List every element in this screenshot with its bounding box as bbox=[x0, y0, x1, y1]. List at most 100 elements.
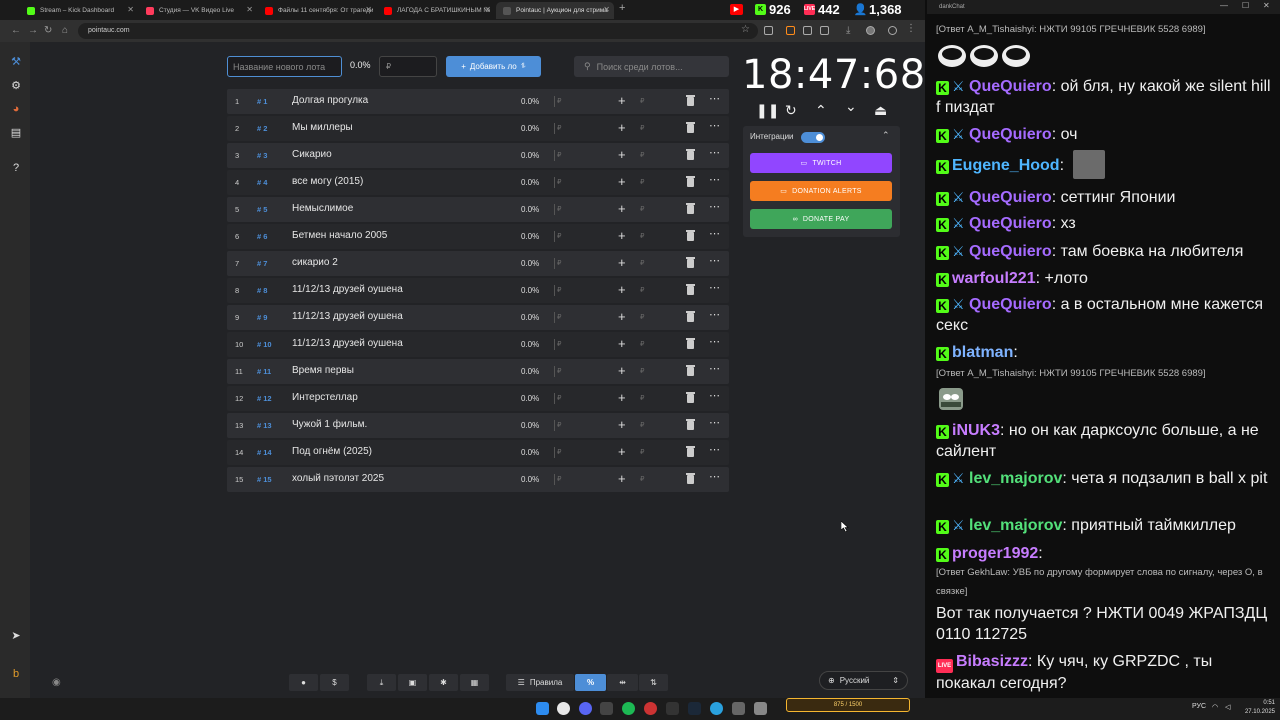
auction-hammer-icon[interactable]: ⚒ bbox=[10, 56, 22, 68]
lot-row[interactable]: 4 # 4 все могу (2015) 0.0% ₽ + ₽ ⋯ bbox=[227, 170, 729, 195]
forward-icon[interactable]: → bbox=[28, 25, 38, 36]
more-options-icon[interactable]: ⋯ bbox=[709, 389, 720, 402]
wheel-icon[interactable]: ◕ bbox=[10, 103, 22, 115]
discord-icon[interactable] bbox=[579, 702, 592, 715]
chat-username[interactable]: QueQuiero bbox=[969, 78, 1052, 95]
add-amount-plus-icon[interactable]: + bbox=[618, 363, 626, 378]
lot-extra-amount-input[interactable]: ₽ bbox=[640, 394, 644, 402]
delete-trash-icon[interactable] bbox=[686, 284, 695, 295]
chat-username[interactable]: proger1992 bbox=[952, 545, 1038, 562]
lot-name[interactable]: Сикарио bbox=[292, 149, 332, 160]
extension-icon[interactable] bbox=[803, 26, 812, 35]
account-icon[interactable] bbox=[888, 26, 897, 35]
delete-trash-icon[interactable] bbox=[686, 230, 695, 241]
integrations-toggle[interactable] bbox=[801, 132, 825, 143]
tab-youtube-lagoda[interactable]: ЛАГОДА С БРАТИШКИНЫМ № ✕ bbox=[377, 2, 495, 19]
chat-username[interactable]: lev_majorov bbox=[969, 517, 1062, 534]
add-amount-plus-icon[interactable]: + bbox=[618, 309, 626, 324]
lot-row[interactable]: 8 # 8 11/12/13 друзей оушена 0.0% ₽ + ₽ ⋯ bbox=[227, 278, 729, 303]
chat-username[interactable]: blatman bbox=[952, 344, 1013, 361]
extension-icon[interactable] bbox=[764, 26, 773, 35]
pause-icon[interactable]: ❚❚ bbox=[756, 102, 779, 119]
lot-extra-amount-input[interactable]: ₽ bbox=[640, 124, 644, 132]
donate-pay-button[interactable]: ∞ DONATE PAY bbox=[750, 209, 892, 229]
app-icon[interactable] bbox=[600, 702, 613, 715]
add-amount-plus-icon[interactable]: + bbox=[618, 417, 626, 432]
volume-icon[interactable]: ◁ bbox=[1225, 703, 1230, 711]
bookmark-star-icon[interactable]: ☆ bbox=[741, 24, 750, 35]
bug-report-button[interactable]: ✱ bbox=[429, 674, 458, 691]
add-lot-button[interactable]: + Добавить ло ⥮ bbox=[446, 56, 541, 77]
lot-name[interactable]: Немыслимое bbox=[292, 203, 353, 214]
chat-username[interactable]: QueQuiero bbox=[969, 215, 1052, 232]
lot-row[interactable]: 7 # 7 сикарио 2 0.0% ₽ + ₽ ⋯ bbox=[227, 251, 729, 276]
language-select[interactable]: ⊕ Русский ⇕ bbox=[819, 671, 908, 690]
chevron-up-icon[interactable]: ⌃ bbox=[882, 130, 890, 141]
delete-trash-icon[interactable] bbox=[686, 419, 695, 430]
lot-name[interactable]: Чужой 1 фильм. bbox=[292, 419, 367, 430]
more-options-icon[interactable]: ⋯ bbox=[709, 362, 720, 375]
extensions-puzzle-icon[interactable] bbox=[820, 26, 829, 35]
add-time-chevron-up-icon[interactable]: ⌃ bbox=[815, 102, 827, 119]
lot-name[interactable]: Бетмен начало 2005 bbox=[292, 230, 387, 241]
reload-icon[interactable]: ↻ bbox=[44, 25, 52, 36]
lot-row[interactable]: 11 # 11 Время первы 0.0% ₽ + ₽ ⋯ bbox=[227, 359, 729, 384]
chat-username[interactable]: lev_majorov bbox=[969, 470, 1062, 487]
app-icon[interactable] bbox=[754, 702, 767, 715]
shuffle-button[interactable]: ⇹ bbox=[607, 674, 638, 691]
close-icon[interactable]: ✕ bbox=[246, 5, 253, 14]
add-amount-plus-icon[interactable]: + bbox=[618, 282, 626, 297]
lot-extra-amount-input[interactable]: ₽ bbox=[640, 286, 644, 294]
chat-username[interactable]: Eugene_Hood bbox=[952, 157, 1060, 174]
lot-amount-input[interactable]: ₽ bbox=[557, 286, 561, 294]
boosty-icon[interactable]: b bbox=[10, 668, 22, 680]
close-icon[interactable]: ✕ bbox=[127, 5, 134, 14]
double-up-icon[interactable]: ⏏ bbox=[874, 102, 887, 119]
add-amount-plus-icon[interactable]: + bbox=[618, 444, 626, 459]
delete-trash-icon[interactable] bbox=[686, 257, 695, 268]
close-icon[interactable]: ✕ bbox=[365, 5, 372, 14]
chat-username[interactable]: Bibasizzz bbox=[956, 653, 1028, 670]
lot-name[interactable]: 11/12/13 друзей оушена bbox=[292, 338, 403, 349]
lot-name[interactable]: 11/12/13 друзей оушена bbox=[292, 311, 403, 322]
telegram-icon[interactable] bbox=[710, 702, 723, 715]
lot-amount-input[interactable]: ₽ bbox=[557, 124, 561, 132]
lot-amount-input[interactable]: ₽ bbox=[557, 475, 561, 483]
close-icon[interactable]: ✕ bbox=[603, 5, 610, 14]
tab-vk-video[interactable]: Студия — VK Видео Live ✕ bbox=[139, 2, 257, 19]
new-tab-button[interactable]: + bbox=[619, 2, 625, 14]
chat-username[interactable]: QueQuiero bbox=[969, 296, 1052, 313]
more-options-icon[interactable]: ⋯ bbox=[709, 416, 720, 429]
chat-username[interactable]: QueQuiero bbox=[969, 189, 1052, 206]
lot-extra-amount-input[interactable]: ₽ bbox=[640, 259, 644, 267]
lot-row[interactable]: 3 # 3 Сикарио 0.0% ₽ + ₽ ⋯ bbox=[227, 143, 729, 168]
chrome-icon[interactable] bbox=[557, 702, 570, 715]
more-options-icon[interactable]: ⋯ bbox=[709, 254, 720, 267]
more-options-icon[interactable]: ⋯ bbox=[709, 119, 720, 132]
download-icon[interactable]: ⤓ bbox=[846, 25, 850, 36]
clock[interactable]: 0:51 27.10.2025 bbox=[1240, 699, 1275, 717]
more-options-icon[interactable]: ⋯ bbox=[709, 227, 720, 240]
lot-row[interactable]: 12 # 12 Интерстеллар 0.0% ₽ + ₽ ⋯ bbox=[227, 386, 729, 411]
home-icon[interactable]: ⌂ bbox=[62, 25, 68, 36]
lot-row[interactable]: 15 # 15 холый пэтолэт 2025 0.0% ₽ + ₽ ⋯ bbox=[227, 467, 729, 492]
lot-row[interactable]: 5 # 5 Немыслимое 0.0% ₽ + ₽ ⋯ bbox=[227, 197, 729, 222]
lot-name[interactable]: Долгая прогулка bbox=[292, 95, 368, 106]
help-icon[interactable]: ? bbox=[10, 162, 22, 174]
lot-row[interactable]: 10 # 10 11/12/13 друзей оушена 0.0% ₽ + ₽ ⋯ bbox=[227, 332, 729, 357]
more-options-icon[interactable]: ⋯ bbox=[709, 92, 720, 105]
close-icon[interactable]: ✕ bbox=[484, 5, 491, 14]
reset-timer-icon[interactable]: ↻ bbox=[785, 102, 797, 119]
new-lot-name-input[interactable] bbox=[227, 56, 342, 77]
app-icon[interactable] bbox=[644, 702, 657, 715]
lot-name[interactable]: Под огнём (2025) bbox=[292, 446, 372, 457]
lot-amount-input[interactable]: ₽ bbox=[557, 205, 561, 213]
extension-icon[interactable] bbox=[786, 26, 795, 35]
lot-extra-amount-input[interactable]: ₽ bbox=[640, 340, 644, 348]
lot-row[interactable]: 6 # 6 Бетмен начало 2005 0.0% ₽ + ₽ ⋯ bbox=[227, 224, 729, 249]
obs-icon[interactable] bbox=[666, 702, 679, 715]
lot-amount-input[interactable]: ₽ bbox=[557, 394, 561, 402]
delete-trash-icon[interactable] bbox=[686, 446, 695, 457]
lot-extra-amount-input[interactable]: ₽ bbox=[640, 448, 644, 456]
more-options-icon[interactable]: ⋯ bbox=[709, 470, 720, 483]
